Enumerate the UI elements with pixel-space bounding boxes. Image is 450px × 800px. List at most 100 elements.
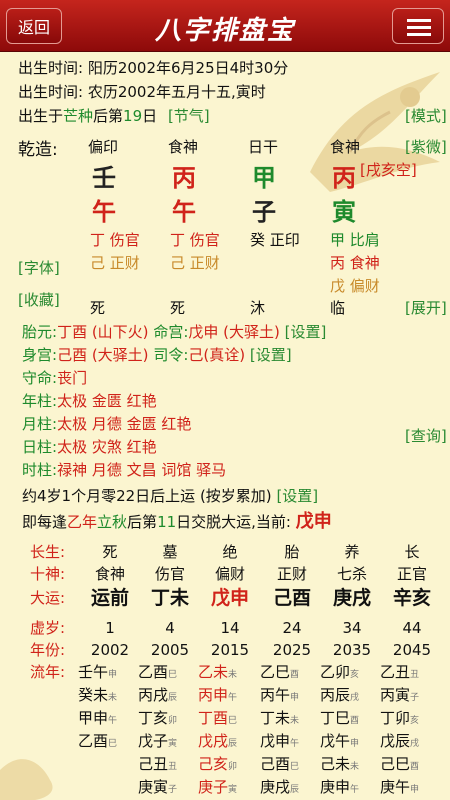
liunian-item[interactable]: 戊午申 [320, 731, 359, 754]
info-row: 身宫:己酉 (大驿土) 司令:己(真诠) [设置] [22, 345, 292, 365]
row-label: 流年: [30, 663, 66, 681]
luck-settings-link[interactable]: [设置] [276, 487, 318, 505]
solar-term-link[interactable]: [节气] [168, 107, 210, 125]
liunian-branch: 巳 [228, 716, 238, 726]
liunian-branch: 申 [290, 693, 300, 703]
liunian-item[interactable]: 庚寅子 [138, 777, 177, 800]
liunian-item[interactable]: 丙戌辰 [138, 685, 177, 708]
kongwang-label: [戌亥空] [360, 161, 417, 179]
dayun-pillar[interactable]: 辛亥 [372, 586, 450, 610]
row-label: 虚岁: [30, 619, 66, 637]
liunian-item[interactable]: 乙卯亥 [320, 662, 359, 685]
growth-year: 死 [90, 299, 106, 317]
liunian-item[interactable]: 乙酉巳 [78, 731, 117, 754]
dayun-ten-god: 正官 [396, 565, 427, 583]
liunian-item[interactable]: 庚子寅 [198, 777, 237, 800]
liunian-item[interactable]: 丁卯亥 [380, 708, 419, 731]
query-link[interactable]: [查询] [405, 426, 447, 446]
back-button[interactable]: 返回 [6, 8, 62, 44]
current-dayun: 戊申 [295, 511, 332, 532]
liunian-branch: 午 [228, 693, 238, 703]
liunian-branch: 卯 [228, 762, 238, 772]
dayun-growth: 长 [404, 543, 420, 561]
liunian-item[interactable]: 乙丑丑 [380, 662, 419, 685]
liunian-ganzhi: 戊午 [320, 732, 351, 750]
liunian-item[interactable]: 己未未 [320, 754, 359, 777]
liunian-item[interactable]: 壬午申 [78, 662, 117, 685]
liunian-item[interactable]: 丙午申 [260, 685, 299, 708]
luck-text: 日交脱大运,当前: [176, 513, 296, 531]
info-value: 太极 灾煞 红艳 [57, 438, 157, 456]
liunian-item[interactable]: 乙巳酉 [260, 662, 299, 685]
term-mid: 后第 [93, 107, 124, 125]
liunian-item[interactable]: 乙未未 [198, 662, 237, 685]
info-value: 太极 月德 金匮 红艳 [57, 415, 192, 433]
liunian-branch: 申 [350, 739, 360, 749]
liunian-branch: 酉 [290, 670, 300, 680]
cloud-decoration-icon [0, 759, 53, 800]
stem-day: 甲 [252, 164, 276, 192]
info-row: 胎元:丁酉 (山下火) 命宫:戊申 (大驿土) [设置] [22, 322, 326, 342]
liunian-ganzhi: 癸未 [78, 686, 109, 704]
liunian-item[interactable]: 庚午申 [380, 777, 419, 800]
font-link[interactable]: [字体] [18, 258, 60, 278]
liunian-item[interactable]: 庚戌辰 [260, 777, 299, 800]
liunian-item[interactable]: 丁酉巳 [198, 708, 237, 731]
settings-link[interactable]: [设置] [250, 346, 292, 364]
info-key: 日柱: [22, 438, 58, 456]
expand-link[interactable]: [展开] [405, 298, 447, 318]
liunian-item[interactable]: 丙申午 [198, 685, 237, 708]
info-key: 司令: [153, 346, 189, 364]
liunian-branch: 午 [108, 716, 118, 726]
mode-link[interactable]: [模式] [405, 106, 447, 126]
growth-hour: 临 [330, 299, 346, 317]
liunian-item[interactable]: 己亥卯 [198, 754, 237, 777]
liunian-item[interactable]: 庚申午 [320, 777, 359, 800]
liunian-ganzhi: 丁亥 [138, 709, 169, 727]
liunian-item[interactable]: 癸未未 [78, 685, 117, 708]
ziwei-link[interactable]: [紫微] [405, 137, 447, 157]
liunian-item[interactable]: 己酉巳 [260, 754, 299, 777]
liunian-ganzhi: 甲申 [78, 709, 109, 727]
liunian-item[interactable]: 丙辰戌 [320, 685, 359, 708]
hidden-stem: 己 正财 [90, 254, 140, 272]
dayun-year: 2045 [392, 641, 432, 659]
liunian-item[interactable]: 丁未未 [260, 708, 299, 731]
dayun-age: 44 [402, 619, 422, 637]
liunian-branch: 酉 [350, 716, 360, 726]
liunian-branch: 丑 [168, 762, 178, 772]
liunian-item[interactable]: 乙酉巳 [138, 662, 177, 685]
liunian-ganzhi: 乙酉 [138, 663, 169, 681]
liunian-item[interactable]: 戊戌辰 [198, 731, 237, 754]
liunian-item[interactable]: 己巳酉 [380, 754, 419, 777]
liunian-ganzhi: 庚午 [380, 778, 411, 796]
info-value: 己(真诠) [188, 346, 246, 364]
info-row: 时柱:禄神 月德 文昌 词馆 驿马 [22, 460, 226, 480]
info-key: 年柱: [22, 392, 58, 410]
liunian-item[interactable]: 戊子寅 [138, 731, 177, 754]
row-label: 大运: [30, 589, 66, 607]
liunian-ganzhi: 丁未 [260, 709, 291, 727]
hamburger-menu-icon[interactable] [392, 8, 444, 44]
liunian-item[interactable]: 丙寅子 [380, 685, 419, 708]
liunian-item[interactable]: 丁巳酉 [320, 708, 359, 731]
liunian-ganzhi: 庚子 [198, 778, 229, 796]
liunian-item[interactable]: 甲申午 [78, 708, 117, 731]
term-day: 19 [123, 107, 143, 125]
settings-link[interactable]: [设置] [285, 323, 327, 341]
ten-god-year: 偏印 [88, 138, 119, 156]
liunian-item[interactable]: 戊辰戌 [380, 731, 419, 754]
info-row: 守命:丧门 [22, 368, 87, 388]
collect-link[interactable]: [收藏] [18, 290, 60, 310]
liunian-ganzhi: 戊子 [138, 732, 169, 750]
liunian-item[interactable]: 戊申午 [260, 731, 299, 754]
ten-god-month: 食神 [168, 138, 199, 156]
liunian-branch: 亥 [350, 670, 360, 680]
luck-start: 约4岁1个月零22日后上运 (按岁累加) [设置] [22, 486, 318, 506]
liunian-ganzhi: 丙午 [260, 686, 291, 704]
chart-label: 乾造: [18, 140, 58, 160]
info-key: 命宫: [153, 323, 189, 341]
liunian-branch: 辰 [290, 785, 300, 795]
liunian-item[interactable]: 丁亥卯 [138, 708, 177, 731]
liunian-item[interactable]: 己丑丑 [138, 754, 177, 777]
